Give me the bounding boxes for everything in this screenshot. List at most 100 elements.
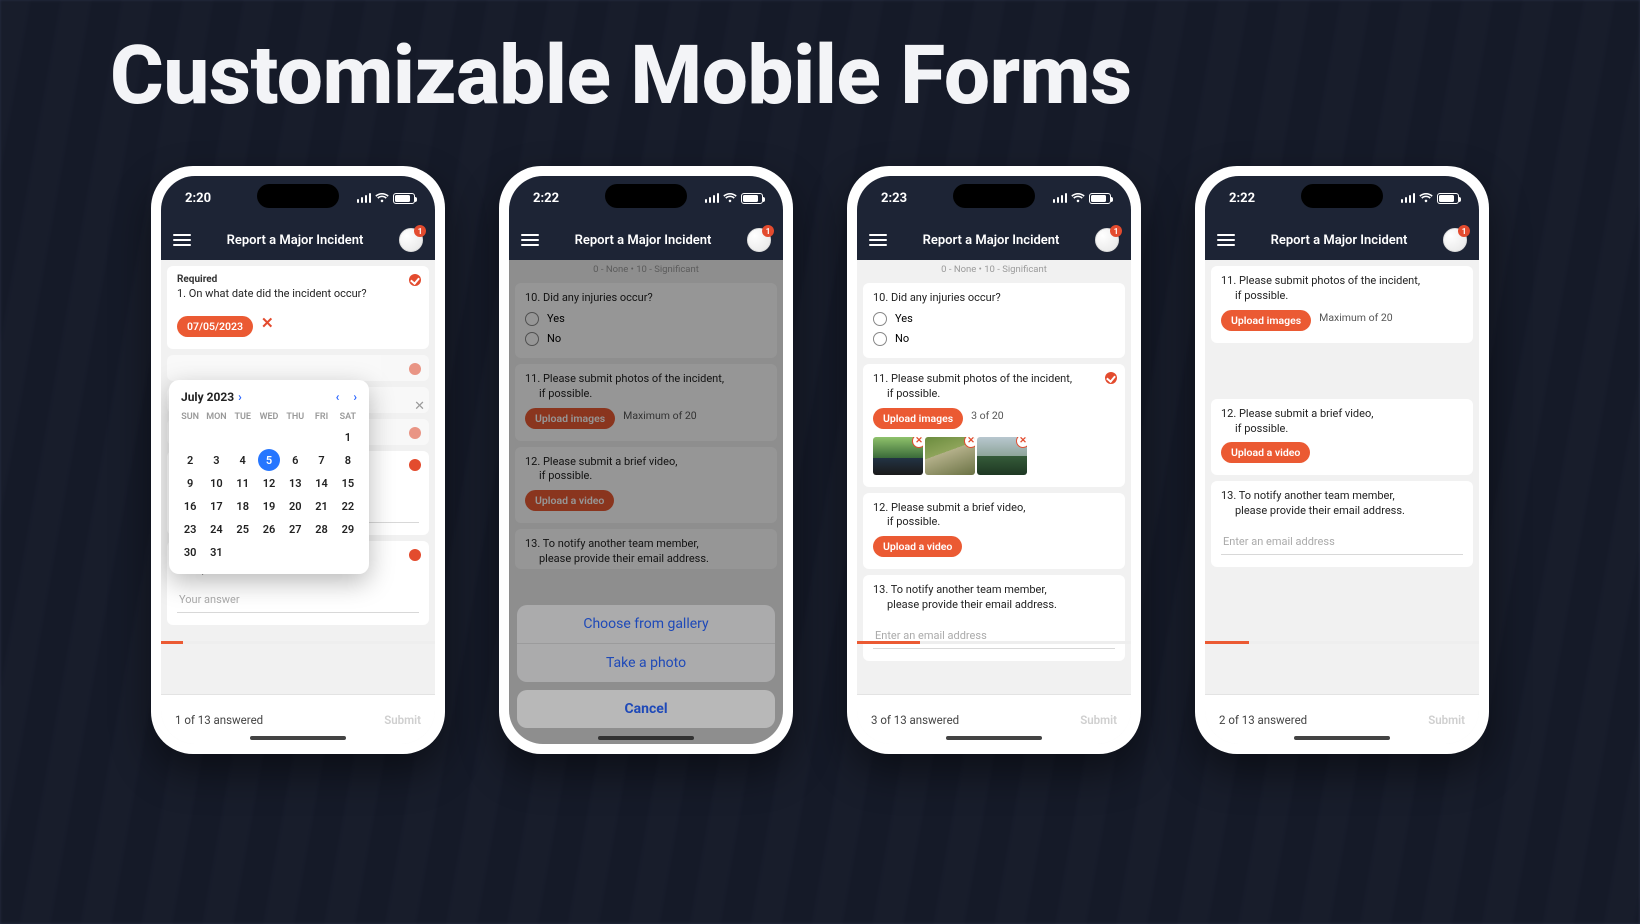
question-text: 13. To notify another team member, xyxy=(873,583,1115,598)
calendar-day[interactable]: 8 xyxy=(335,449,361,472)
dynamic-island xyxy=(953,184,1035,208)
calendar-dow: WED xyxy=(256,410,282,424)
calendar-day[interactable]: 23 xyxy=(177,518,203,541)
progress-bar xyxy=(857,641,1131,644)
calendar-day[interactable]: 17 xyxy=(203,495,229,518)
date-chip[interactable]: 07/05/2023 xyxy=(177,316,253,337)
question-text: 12. Please submit a brief video, xyxy=(873,501,1115,516)
upload-images-button[interactable]: Upload images xyxy=(873,408,963,429)
calendar-day[interactable]: 9 xyxy=(177,472,203,495)
calendar-day[interactable]: 24 xyxy=(203,518,229,541)
avatar[interactable]: 1 xyxy=(747,228,771,252)
calendar-popover: July 2023 › ‹ › SUNMONTUEWEDTHUFRISAT 12… xyxy=(169,380,369,574)
question-subtext: if possible. xyxy=(887,387,1115,402)
progress-label: 3 of 13 answered xyxy=(871,713,959,727)
question-card-13: 13. To notify another team member, pleas… xyxy=(863,575,1125,661)
radio-option-no[interactable]: No xyxy=(873,332,1115,346)
question-subtext: please provide their email address. xyxy=(1235,504,1463,519)
avatar[interactable]: 1 xyxy=(399,228,423,252)
calendar-prev-icon[interactable]: ‹ xyxy=(336,390,340,404)
calendar-month-label[interactable]: July 2023 › xyxy=(181,390,242,404)
calendar-day[interactable]: 20 xyxy=(282,495,308,518)
phone-4: 2:22 Report a Major Incident 1 11. Pleas… xyxy=(1195,166,1489,754)
calendar-day[interactable]: 12 xyxy=(256,472,282,495)
menu-icon[interactable] xyxy=(1217,234,1235,246)
calendar-day[interactable]: 21 xyxy=(308,495,334,518)
submit-button[interactable]: Submit xyxy=(1080,713,1117,727)
calendar-day[interactable]: 22 xyxy=(335,495,361,518)
calendar-day[interactable]: 19 xyxy=(256,495,282,518)
phone-3: 2:23 Report a Major Incident 1 0 - None … xyxy=(847,166,1141,754)
app-header: Report a Major Incident 1 xyxy=(161,220,435,260)
question-subtext: if possible. xyxy=(887,515,1115,530)
signal-icon xyxy=(1053,193,1068,203)
signal-icon xyxy=(1401,193,1416,203)
header-title: Report a Major Incident xyxy=(1271,233,1408,248)
email-input[interactable]: Enter an email address xyxy=(873,623,1115,649)
submit-button[interactable]: Submit xyxy=(1428,713,1465,727)
calendar-day[interactable]: 7 xyxy=(308,449,334,472)
remove-photo-icon[interactable]: ✕ xyxy=(1016,437,1027,448)
dynamic-island xyxy=(1301,184,1383,208)
calendar-day[interactable]: 1 xyxy=(335,426,361,449)
radio-option-yes[interactable]: Yes xyxy=(873,312,1115,326)
phone-2: 2:22 Report a Major Incident 1 0 - None … xyxy=(499,166,793,754)
upload-images-button[interactable]: Upload images xyxy=(1221,310,1311,331)
email-input[interactable]: Your answer xyxy=(177,587,419,613)
question-text: 12. Please submit a brief video, xyxy=(1221,407,1463,422)
notification-badge: 1 xyxy=(762,225,774,237)
question-subtext: please provide their email address. xyxy=(887,598,1115,613)
avatar[interactable]: 1 xyxy=(1095,228,1119,252)
avatar[interactable]: 1 xyxy=(1443,228,1467,252)
question-text: 13. To notify another team member, xyxy=(1221,489,1463,504)
calendar-dow: THU xyxy=(282,410,308,424)
header-title: Report a Major Incident xyxy=(227,233,364,248)
header-title: Report a Major Incident xyxy=(923,233,1060,248)
upload-video-button[interactable]: Upload a video xyxy=(1221,442,1310,463)
calendar-day[interactable]: 27 xyxy=(282,518,308,541)
calendar-day[interactable]: 14 xyxy=(308,472,334,495)
menu-icon[interactable] xyxy=(521,234,539,246)
calendar-day[interactable]: 25 xyxy=(230,518,256,541)
calendar-day[interactable]: 16 xyxy=(177,495,203,518)
action-sheet-cancel[interactable]: Cancel xyxy=(517,690,775,728)
calendar-day[interactable]: 4 xyxy=(230,449,256,472)
menu-icon[interactable] xyxy=(173,234,191,246)
calendar-day[interactable]: 3 xyxy=(203,449,229,472)
calendar-day[interactable]: 30 xyxy=(177,541,203,564)
email-input[interactable]: Enter an email address xyxy=(1221,529,1463,555)
action-sheet-camera[interactable]: Take a photo xyxy=(517,644,775,682)
page-title: Customizable Mobile Forms xyxy=(110,28,1132,124)
phone-1: 2:20 Report a Major Incident 1 Required xyxy=(151,166,445,754)
calendar-day[interactable]: 31 xyxy=(203,541,229,564)
calendar-day[interactable]: 29 xyxy=(335,518,361,541)
calendar-day[interactable]: 6 xyxy=(282,449,308,472)
action-sheet-gallery[interactable]: Choose from gallery xyxy=(517,605,775,644)
photo-thumbnail[interactable]: ✕ xyxy=(925,437,975,475)
progress-label: 1 of 13 answered xyxy=(175,713,263,727)
remove-photo-icon[interactable]: ✕ xyxy=(912,437,923,448)
calendar-day[interactable]: 5 xyxy=(258,449,280,471)
calendar-day[interactable]: 13 xyxy=(282,472,308,495)
calendar-dow: TUE xyxy=(230,410,256,424)
question-card-12: 12. Please submit a brief video, if poss… xyxy=(863,493,1125,570)
calendar-day xyxy=(308,426,334,449)
clock: 2:20 xyxy=(185,191,211,206)
calendar-day[interactable]: 2 xyxy=(177,449,203,472)
clear-date-icon[interactable]: ✕ xyxy=(261,314,274,332)
calendar-day[interactable]: 10 xyxy=(203,472,229,495)
calendar-day[interactable]: 15 xyxy=(335,472,361,495)
menu-icon[interactable] xyxy=(869,234,887,246)
calendar-day[interactable]: 18 xyxy=(230,495,256,518)
photo-thumbnail[interactable]: ✕ xyxy=(977,437,1027,475)
submit-button[interactable]: Submit xyxy=(384,713,421,727)
upload-hint: Maximum of 20 xyxy=(1319,311,1393,324)
upload-video-button[interactable]: Upload a video xyxy=(873,536,962,557)
remove-photo-icon[interactable]: ✕ xyxy=(964,437,975,448)
calendar-day[interactable]: 28 xyxy=(308,518,334,541)
calendar-day[interactable]: 11 xyxy=(230,472,256,495)
calendar-day[interactable]: 26 xyxy=(256,518,282,541)
photo-thumbnail[interactable]: ✕ xyxy=(873,437,923,475)
calendar-day xyxy=(256,426,282,449)
calendar-next-icon[interactable]: › xyxy=(353,390,357,404)
